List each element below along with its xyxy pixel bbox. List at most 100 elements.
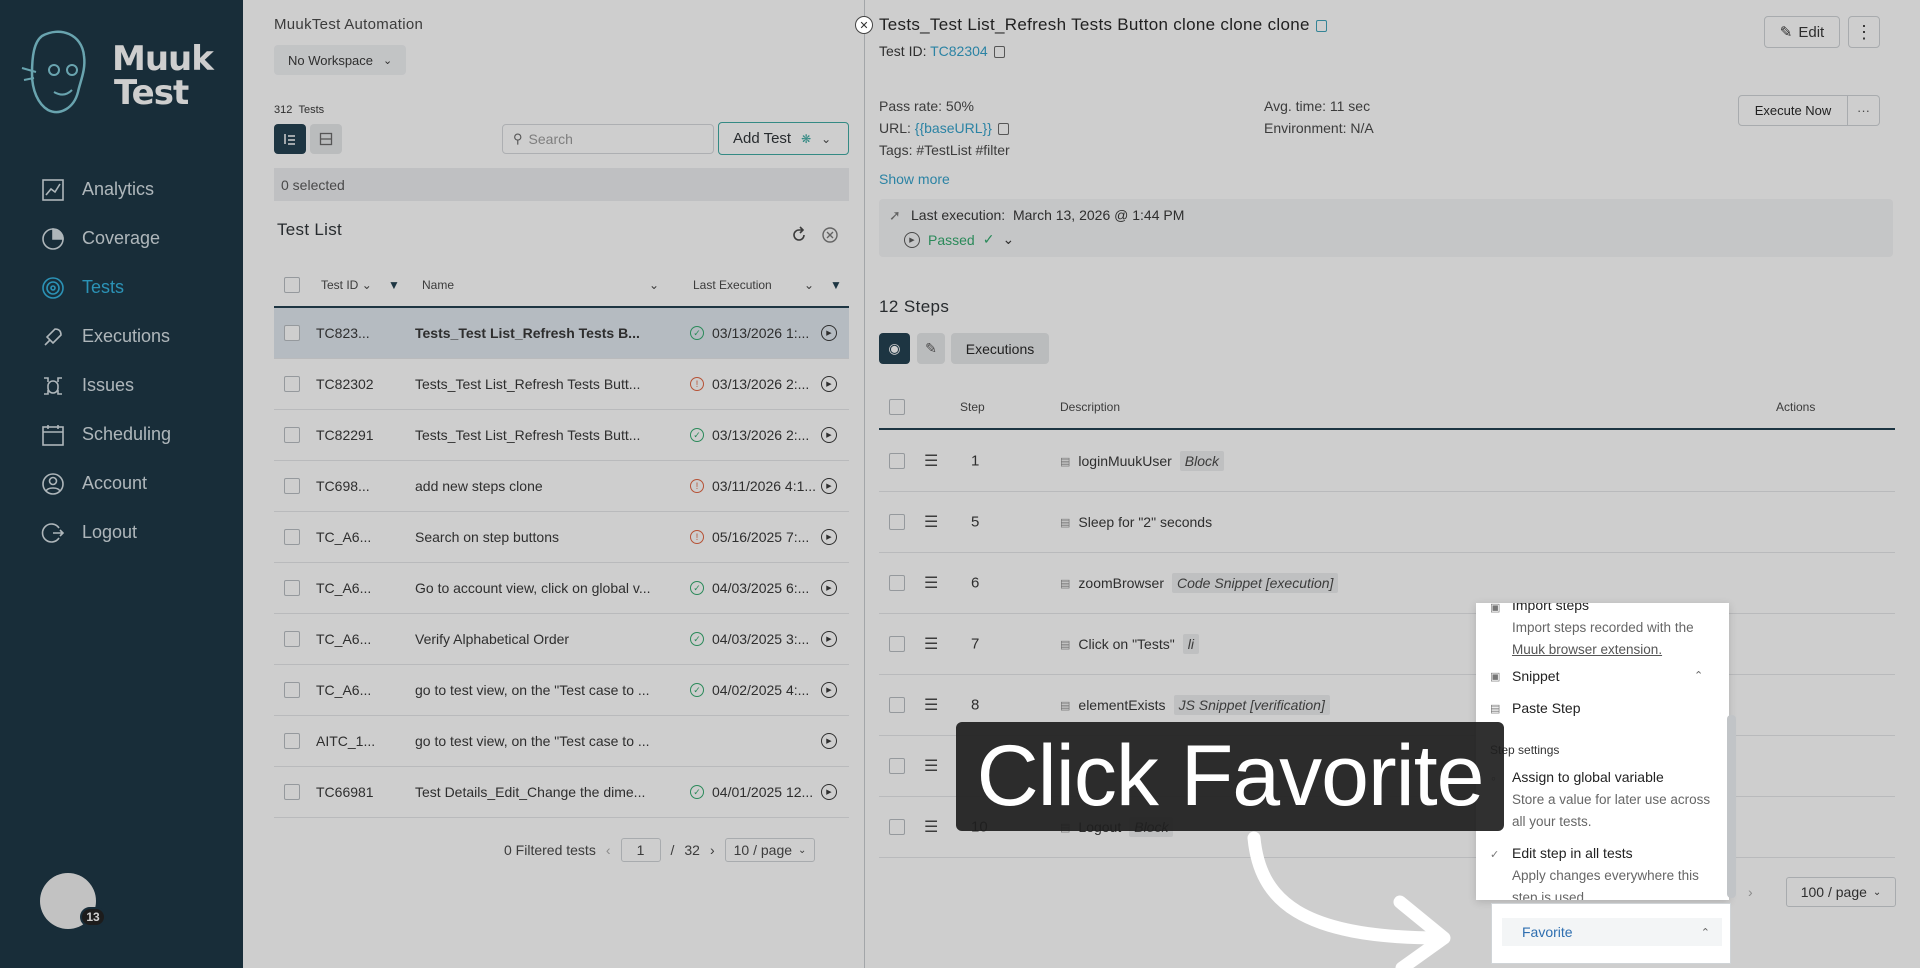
row-test-name[interactable]: Tests_Test List_Refresh Tests Butt... <box>415 427 665 443</box>
row-checkbox[interactable] <box>284 733 300 749</box>
row-checkbox[interactable] <box>284 376 300 392</box>
step-description[interactable]: ▤ loginMuukUser Block <box>1060 451 1225 471</box>
execute-now-button[interactable]: Execute Now <box>1738 95 1848 126</box>
row-test-name[interactable]: Test Details_Edit_Change the dime... <box>415 784 665 800</box>
row-test-name[interactable]: Tests_Test List_Refresh Tests Butt... <box>415 376 665 392</box>
select-all-steps-checkbox[interactable] <box>889 399 905 415</box>
execute-more-button[interactable]: ··· <box>1848 95 1880 126</box>
step-row[interactable]: ☰ 6 ▤ zoomBrowser Code Snippet [execution] <box>879 553 1895 614</box>
row-test-name[interactable]: add new steps clone <box>415 478 665 494</box>
sidebar-item-scheduling[interactable]: Scheduling <box>0 410 243 459</box>
menu-item-favorite[interactable]: Favorite ⌃ <box>1502 918 1722 946</box>
table-row[interactable]: TC823... Tests_Test List_Refresh Tests B.… <box>274 308 849 359</box>
sidebar-item-logout[interactable]: Logout <box>0 508 243 557</box>
muuktest-logo[interactable]: Muuk Test <box>20 28 225 118</box>
step-row[interactable]: ☰ 1 ▤ loginMuukUser Block <box>879 431 1895 492</box>
more-options-button[interactable]: ⋮ <box>1848 16 1880 48</box>
edit-button[interactable]: ✎ Edit <box>1764 16 1840 48</box>
drag-handle-icon[interactable]: ☰ <box>924 817 938 837</box>
step-description[interactable]: ▤ Sleep for "2" seconds <box>1060 514 1212 530</box>
page-number-input[interactable]: 1 <box>620 838 661 862</box>
drag-handle-icon[interactable]: ☰ <box>924 512 938 532</box>
run-test-icon[interactable]: ▶ <box>821 376 837 392</box>
close-panel-icon[interactable]: ✕ <box>855 16 873 34</box>
run-test-icon[interactable]: ▶ <box>821 580 837 596</box>
menu-item-paste-step[interactable]: ▤ Paste Step <box>1476 699 1716 725</box>
next-page-icon[interactable]: › <box>1748 884 1753 900</box>
table-row[interactable]: TC66981 Test Details_Edit_Change the dime… <box>274 767 849 818</box>
drag-handle-icon[interactable]: ☰ <box>924 451 938 471</box>
menu-scrollbar[interactable] <box>1727 715 1736 898</box>
table-row[interactable]: TC_A6... Search on step buttons! 05/16/202… <box>274 512 849 563</box>
copy-icon[interactable] <box>993 46 1005 59</box>
copy-icon[interactable] <box>997 123 1009 136</box>
clear-filters-icon[interactable] <box>821 226 839 244</box>
run-test-icon[interactable]: ▶ <box>821 325 837 341</box>
next-page-icon[interactable]: › <box>710 842 715 858</box>
table-row[interactable]: TC_A6... go to test view, on the "Test ca… <box>274 665 849 716</box>
table-row[interactable]: TC82291 Tests_Test List_Refresh Tests But… <box>274 410 849 461</box>
sidebar-item-tests[interactable]: Tests <box>0 263 243 312</box>
steps-tab[interactable]: ◉ <box>879 333 910 364</box>
row-test-name[interactable]: go to test view, on the "Test case to ..… <box>415 733 665 749</box>
play-icon[interactable]: ▶ <box>904 231 920 248</box>
row-test-name[interactable]: Search on step buttons <box>415 529 665 545</box>
step-description[interactable]: ▤ Click on "Tests" li <box>1060 634 1199 654</box>
sidebar-item-executions[interactable]: Executions <box>0 312 243 361</box>
run-test-icon[interactable]: ▶ <box>821 631 837 647</box>
row-checkbox[interactable] <box>284 427 300 443</box>
chevron-down-icon[interactable]: ⌄ <box>804 278 814 292</box>
row-checkbox[interactable] <box>284 682 300 698</box>
row-checkbox[interactable] <box>284 784 300 800</box>
drag-handle-icon[interactable]: ☰ <box>924 756 938 776</box>
run-test-icon[interactable]: ▶ <box>821 682 837 698</box>
step-checkbox[interactable] <box>889 514 905 530</box>
table-row[interactable]: TC698... add new steps clone! 03/11/2026 4… <box>274 461 849 512</box>
table-row[interactable]: AITC_1... go to test view, on the "Test c… <box>274 716 849 767</box>
row-checkbox[interactable] <box>284 529 300 545</box>
add-test-button[interactable]: Add Test ❋ ⌄ <box>718 122 849 155</box>
step-checkbox[interactable] <box>889 453 905 469</box>
sidebar-item-analytics[interactable]: Analytics <box>0 165 243 214</box>
menu-item-snippet[interactable]: ▣ Snippet ⌃ <box>1476 667 1716 693</box>
menu-item-edit-step-all-tests[interactable]: ✓ Edit step in all tests Apply changes e… <box>1476 845 1716 900</box>
row-test-name[interactable]: go to test view, on the "Test case to ..… <box>415 682 665 698</box>
filter-icon[interactable]: ▼ <box>830 278 842 292</box>
table-row[interactable]: TC82302 Tests_Test List_Refresh Tests But… <box>274 359 849 410</box>
drag-handle-icon[interactable]: ☰ <box>924 634 938 654</box>
browser-extension-link[interactable]: Muuk browser extension. <box>1512 642 1662 657</box>
step-checkbox[interactable] <box>889 636 905 652</box>
row-checkbox[interactable] <box>284 478 300 494</box>
step-description[interactable]: ▤ zoomBrowser Code Snippet [execution] <box>1060 573 1339 593</box>
sidebar-item-coverage[interactable]: Coverage <box>0 214 243 263</box>
step-checkbox[interactable] <box>889 575 905 591</box>
executions-tab[interactable]: Executions <box>951 333 1049 364</box>
test-id-value[interactable]: TC82304 <box>930 43 988 59</box>
page-size-select[interactable]: 10 / page ⌄ <box>724 838 816 862</box>
row-checkbox[interactable] <box>284 580 300 596</box>
table-row[interactable]: TC_A6... Go to account view, click on glo… <box>274 563 849 614</box>
filter-icon[interactable]: ▼ <box>388 278 400 292</box>
step-row[interactable]: ☰ 7 ▤ Click on "Tests" li <box>879 614 1895 675</box>
show-more-link[interactable]: Show more <box>879 171 950 187</box>
table-row[interactable]: TC_A6... Verify Alphabetical Order ✓ 04/03/… <box>274 614 849 665</box>
row-checkbox[interactable] <box>284 631 300 647</box>
column-header-name[interactable]: Name <box>422 278 454 292</box>
select-all-checkbox[interactable] <box>284 277 300 293</box>
menu-item-import-steps[interactable]: ▣ Import steps Import steps recorded wit… <box>1476 603 1716 661</box>
url-value[interactable]: {{baseURL}} <box>915 120 992 136</box>
run-test-icon[interactable]: ▶ <box>821 784 837 800</box>
step-checkbox[interactable] <box>889 697 905 713</box>
step-checkbox[interactable] <box>889 819 905 835</box>
column-header-test-id[interactable]: Test ID ⌄ <box>321 278 372 292</box>
chevron-down-icon[interactable]: ⌄ <box>649 278 659 292</box>
row-test-name[interactable]: Verify Alphabetical Order <box>415 631 665 647</box>
drag-handle-icon[interactable]: ☰ <box>924 573 938 593</box>
run-test-icon[interactable]: ▶ <box>821 529 837 545</box>
list-view-button[interactable] <box>274 124 306 154</box>
last-execution-status[interactable]: ▶ Passed ✓ ⌄ <box>904 231 1014 248</box>
step-row[interactable]: ☰ 5 ▤ Sleep for "2" seconds <box>879 492 1895 553</box>
drag-handle-icon[interactable]: ☰ <box>924 695 938 715</box>
column-header-last-execution[interactable]: Last Execution <box>693 278 772 292</box>
steps-page-size-select[interactable]: 100 / page ⌄ <box>1786 877 1896 907</box>
